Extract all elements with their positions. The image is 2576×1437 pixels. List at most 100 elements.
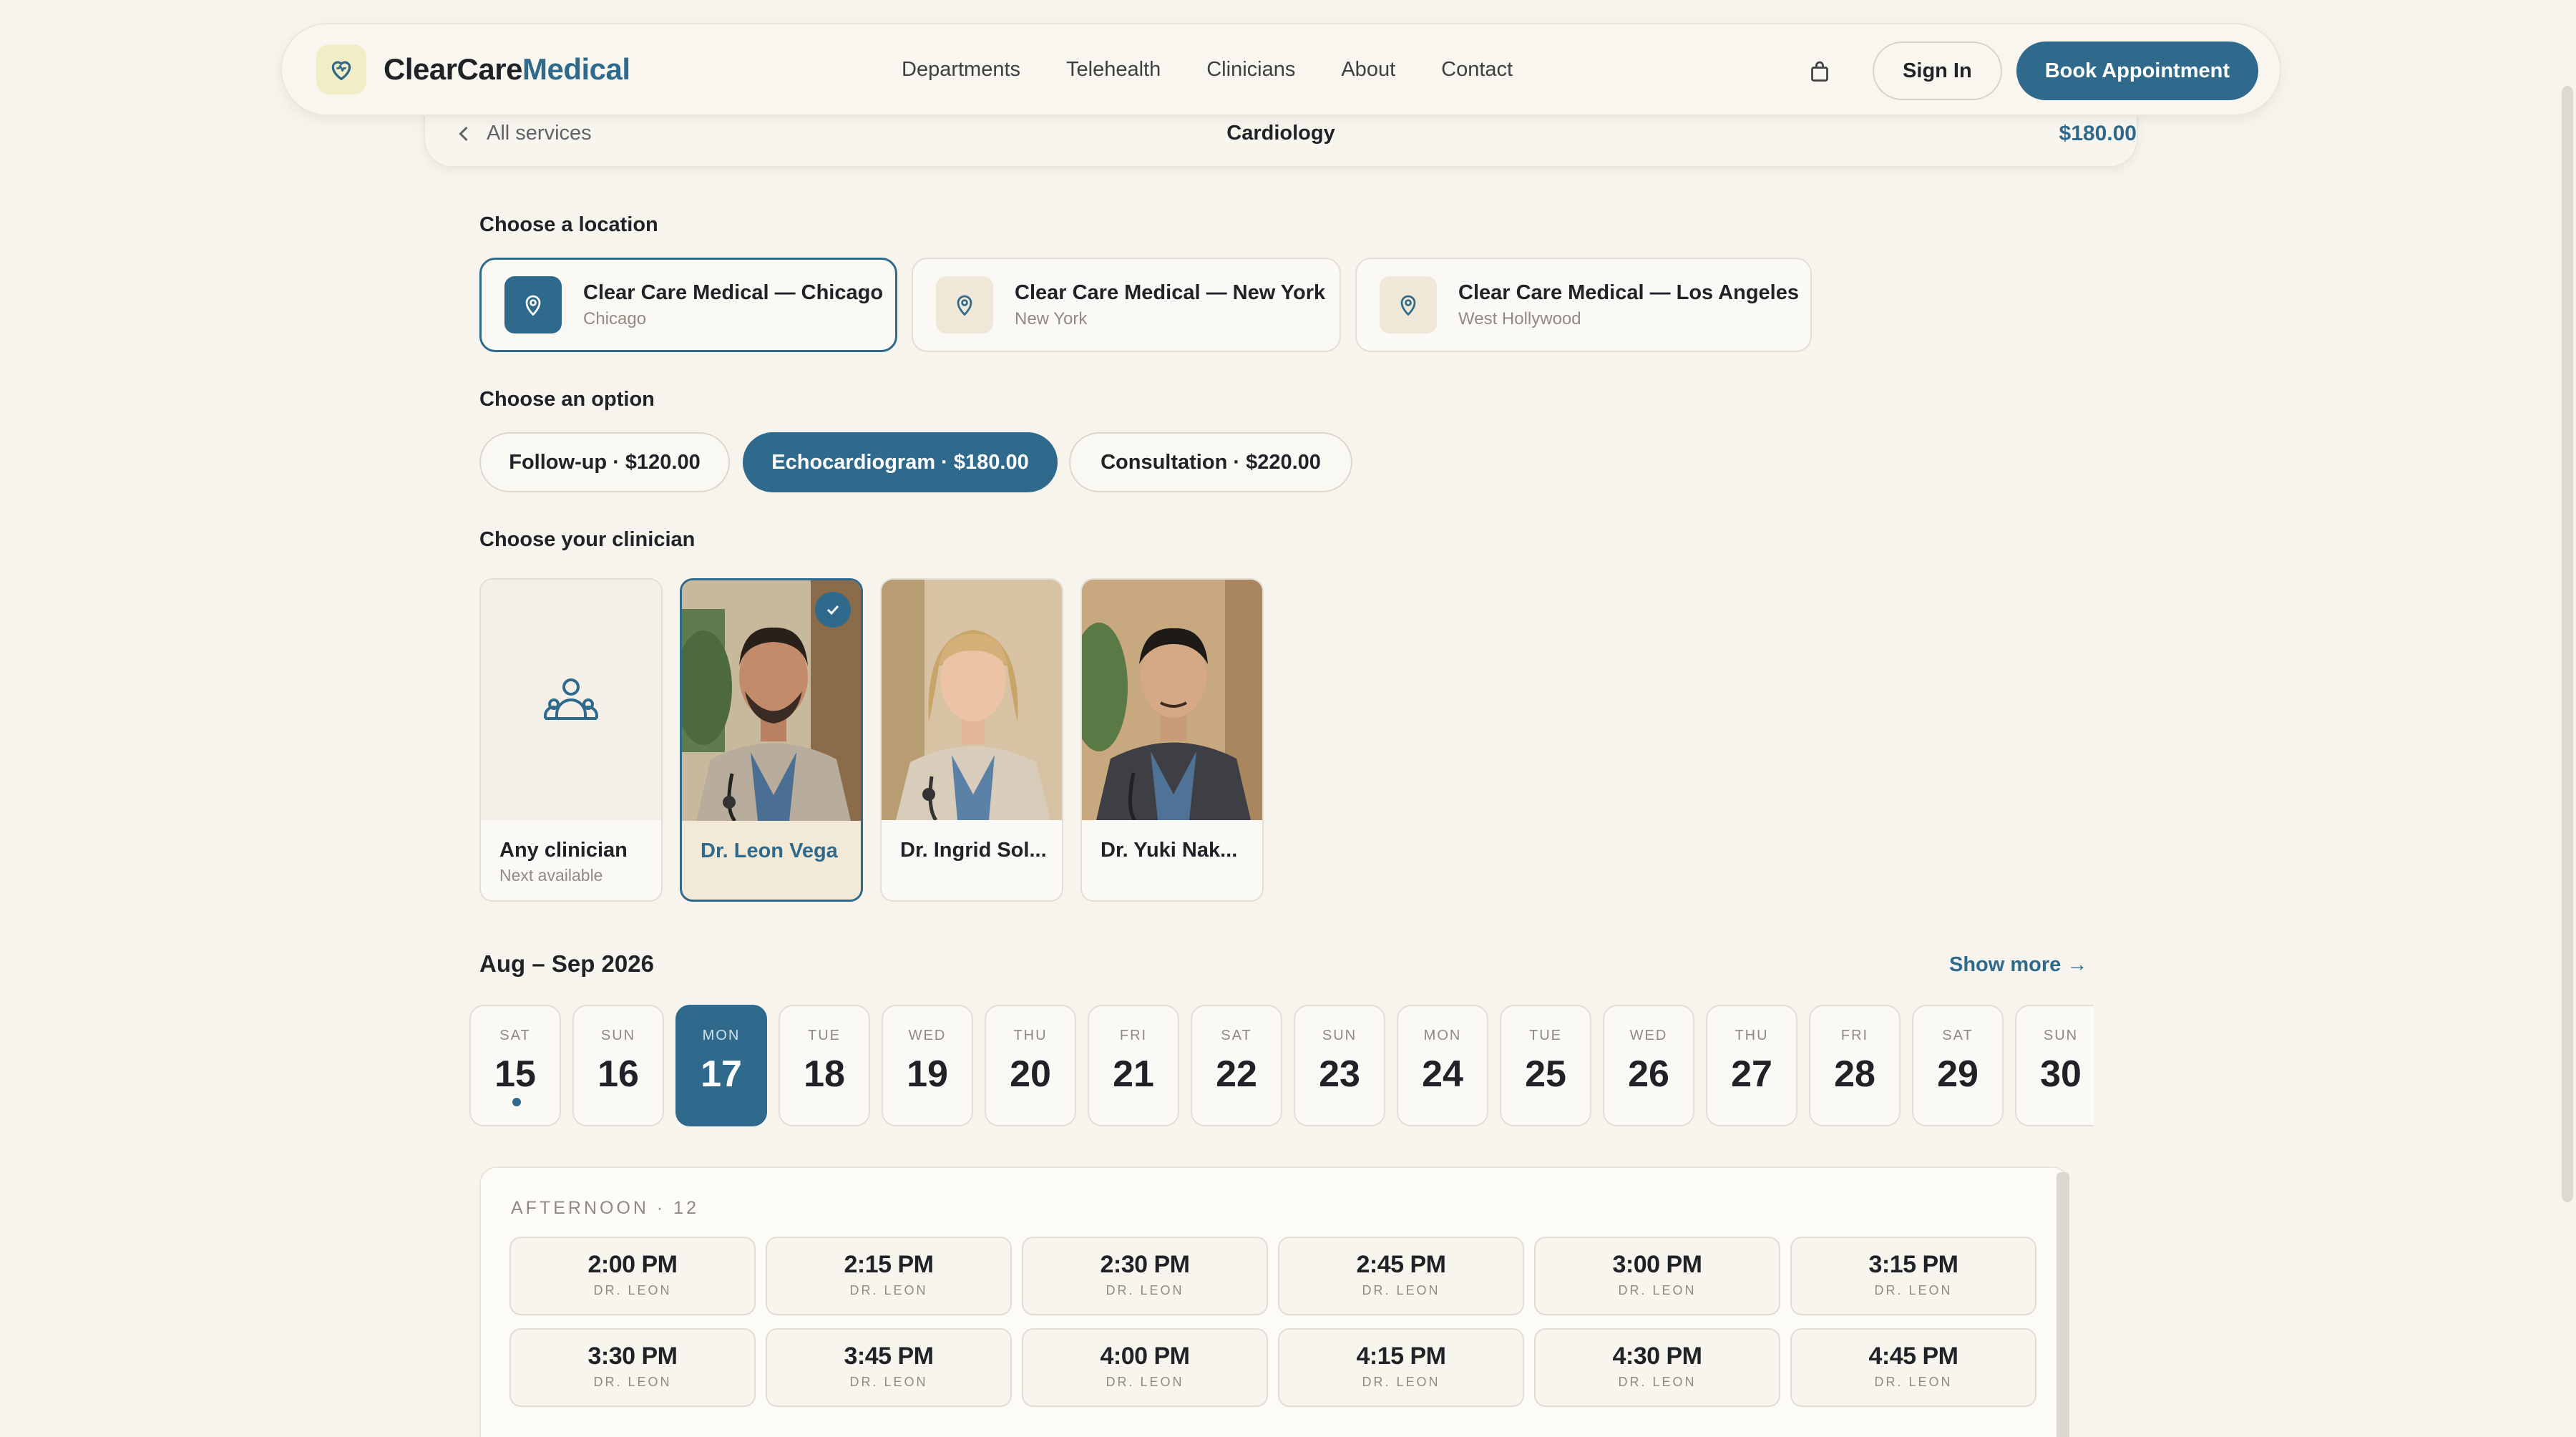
date-item[interactable]: MON 17 bbox=[675, 1005, 767, 1126]
slot-clinician: DR. LEON bbox=[849, 1283, 928, 1297]
date-dow: SAT bbox=[499, 1028, 531, 1043]
map-pin-icon bbox=[936, 276, 993, 333]
clinician-card-leon-vega[interactable]: Dr. Leon Vega bbox=[680, 578, 863, 902]
date-strip: SAT 15 SUN 16 MON 17 TUE 18 WED 19 THU 2… bbox=[468, 1005, 2094, 1128]
date-item[interactable]: TUE 18 bbox=[779, 1005, 870, 1126]
date-dow: MON bbox=[702, 1028, 741, 1043]
date-item[interactable]: SAT 29 bbox=[1912, 1005, 2004, 1126]
nav-telehealth[interactable]: Telehealth bbox=[1066, 58, 1161, 82]
date-item[interactable]: FRI 21 bbox=[1088, 1005, 1179, 1126]
date-item[interactable]: SAT 15 bbox=[469, 1005, 561, 1126]
slot-time: 3:00 PM bbox=[1612, 1251, 1703, 1278]
option-section-label: Choose an option bbox=[479, 388, 655, 411]
clinician-card-any[interactable]: Any clinician Next available bbox=[479, 578, 663, 902]
date-dow: THU bbox=[1735, 1028, 1769, 1043]
page-scrollbar-thumb[interactable] bbox=[2562, 86, 2573, 1202]
slot-clinician: DR. LEON bbox=[1106, 1283, 1184, 1297]
brand-logo[interactable]: ClearCareMedical bbox=[316, 44, 630, 94]
date-dow: SUN bbox=[1322, 1028, 1357, 1043]
slot-time: 3:45 PM bbox=[844, 1343, 935, 1370]
book-appointment-button[interactable]: Book Appointment bbox=[2016, 42, 2258, 100]
date-item[interactable]: THU 20 bbox=[985, 1005, 1076, 1126]
date-item[interactable]: TUE 25 bbox=[1500, 1005, 1591, 1126]
clinician-card-yuki-nak[interactable]: Dr. Yuki Nak... bbox=[1080, 578, 1264, 902]
slot-clinician: DR. LEON bbox=[1618, 1375, 1697, 1389]
clinician-name: Dr. Leon Vega bbox=[701, 839, 838, 862]
time-slot[interactable]: 4:45 PM DR. LEON bbox=[1790, 1328, 2036, 1407]
option-consultation[interactable]: Consultation · $220.00 bbox=[1069, 432, 1352, 492]
time-slot[interactable]: 2:45 PM DR. LEON bbox=[1278, 1237, 1524, 1315]
time-slot[interactable]: 3:00 PM DR. LEON bbox=[1534, 1237, 1780, 1315]
today-indicator-dot bbox=[512, 1098, 521, 1106]
time-slot[interactable]: 4:00 PM DR. LEON bbox=[1022, 1328, 1268, 1407]
map-pin-icon bbox=[504, 276, 562, 333]
date-item[interactable]: THU 27 bbox=[1706, 1005, 1797, 1126]
date-dow: WED bbox=[908, 1028, 947, 1043]
slot-clinician: DR. LEON bbox=[1874, 1283, 1953, 1297]
time-slot[interactable]: 4:30 PM DR. LEON bbox=[1534, 1328, 1780, 1407]
sign-in-button[interactable]: Sign In bbox=[1873, 42, 2002, 100]
slot-time: 2:30 PM bbox=[1100, 1251, 1191, 1278]
slot-clinician: DR. LEON bbox=[1874, 1375, 1953, 1389]
date-dow: WED bbox=[1629, 1028, 1668, 1043]
date-number: 30 bbox=[2040, 1053, 2082, 1095]
time-slot[interactable]: 3:30 PM DR. LEON bbox=[509, 1328, 756, 1407]
location-card-los-angeles[interactable]: Clear Care Medical — Los Angeles West Ho… bbox=[1355, 258, 1812, 352]
date-number: 23 bbox=[1319, 1053, 1360, 1095]
clinician-section-label: Choose your clinician bbox=[479, 528, 696, 551]
nav-clinicians[interactable]: Clinicians bbox=[1206, 58, 1295, 82]
clinician-name: Dr. Yuki Nak... bbox=[1101, 839, 1238, 862]
date-dow: SAT bbox=[1221, 1028, 1252, 1043]
time-slot[interactable]: 2:00 PM DR. LEON bbox=[509, 1237, 756, 1315]
date-item[interactable]: SUN 30 bbox=[2015, 1005, 2094, 1126]
date-number: 29 bbox=[1937, 1053, 1979, 1095]
date-dow: SAT bbox=[1942, 1028, 1974, 1043]
slot-clinician: DR. LEON bbox=[1362, 1283, 1440, 1297]
clinician-card-ingrid-sol[interactable]: Dr. Ingrid Sol... bbox=[880, 578, 1063, 902]
location-name: Clear Care Medical — Chicago bbox=[583, 281, 884, 304]
date-number: 26 bbox=[1628, 1053, 1669, 1095]
slot-time: 3:15 PM bbox=[1868, 1251, 1959, 1278]
slot-time: 4:30 PM bbox=[1612, 1343, 1703, 1370]
location-city: West Hollywood bbox=[1458, 308, 1581, 328]
nav-contact[interactable]: Contact bbox=[1441, 58, 1513, 82]
slot-clinician: DR. LEON bbox=[1618, 1283, 1697, 1297]
time-slot[interactable]: 4:15 PM DR. LEON bbox=[1278, 1328, 1524, 1407]
show-more-dates-link[interactable]: Show more → bbox=[1949, 953, 2087, 977]
date-dow: SUN bbox=[2043, 1028, 2079, 1043]
date-dow: THU bbox=[1013, 1028, 1048, 1043]
slot-clinician: DR. LEON bbox=[1362, 1375, 1440, 1389]
date-dow: FRI bbox=[1119, 1028, 1148, 1043]
slot-clinician: DR. LEON bbox=[1106, 1375, 1184, 1389]
location-city: Chicago bbox=[583, 308, 647, 328]
date-item[interactable]: WED 19 bbox=[882, 1005, 973, 1126]
time-slot[interactable]: 2:30 PM DR. LEON bbox=[1022, 1237, 1268, 1315]
nav-departments[interactable]: Departments bbox=[902, 58, 1020, 82]
time-slot[interactable]: 2:15 PM DR. LEON bbox=[766, 1237, 1012, 1315]
date-item[interactable]: SAT 22 bbox=[1191, 1005, 1282, 1126]
page-scrollbar-track[interactable] bbox=[2559, 0, 2576, 1437]
date-item[interactable]: FRI 28 bbox=[1809, 1005, 1901, 1126]
option-follow-up[interactable]: Follow-up · $120.00 bbox=[479, 432, 730, 492]
option-echocardiogram[interactable]: Echocardiogram · $180.00 bbox=[743, 432, 1058, 492]
location-name: Clear Care Medical — New York bbox=[1015, 281, 1326, 304]
date-item[interactable]: SUN 16 bbox=[572, 1005, 664, 1126]
time-slot[interactable]: 3:45 PM DR. LEON bbox=[766, 1328, 1012, 1407]
slots-scrollbar[interactable] bbox=[2057, 1172, 2069, 1437]
date-item[interactable]: SUN 23 bbox=[1294, 1005, 1385, 1126]
nav-about[interactable]: About bbox=[1341, 58, 1395, 82]
slot-clinician: DR. LEON bbox=[593, 1375, 672, 1389]
location-card-new-york[interactable]: Clear Care Medical — New York New York bbox=[912, 258, 1341, 352]
date-number: 17 bbox=[701, 1053, 742, 1095]
date-item[interactable]: WED 26 bbox=[1603, 1005, 1694, 1126]
shopping-bag-icon[interactable] bbox=[1805, 57, 1834, 85]
time-slot[interactable]: 3:15 PM DR. LEON bbox=[1790, 1237, 2036, 1315]
date-dow: FRI bbox=[1840, 1028, 1869, 1043]
date-number: 21 bbox=[1113, 1053, 1154, 1095]
location-card-chicago[interactable]: Clear Care Medical — Chicago Chicago bbox=[479, 258, 897, 352]
date-number: 19 bbox=[907, 1053, 948, 1095]
date-number: 24 bbox=[1422, 1053, 1463, 1095]
date-item[interactable]: MON 24 bbox=[1397, 1005, 1488, 1126]
date-number: 18 bbox=[804, 1053, 845, 1095]
clinician-photo bbox=[1082, 580, 1262, 820]
